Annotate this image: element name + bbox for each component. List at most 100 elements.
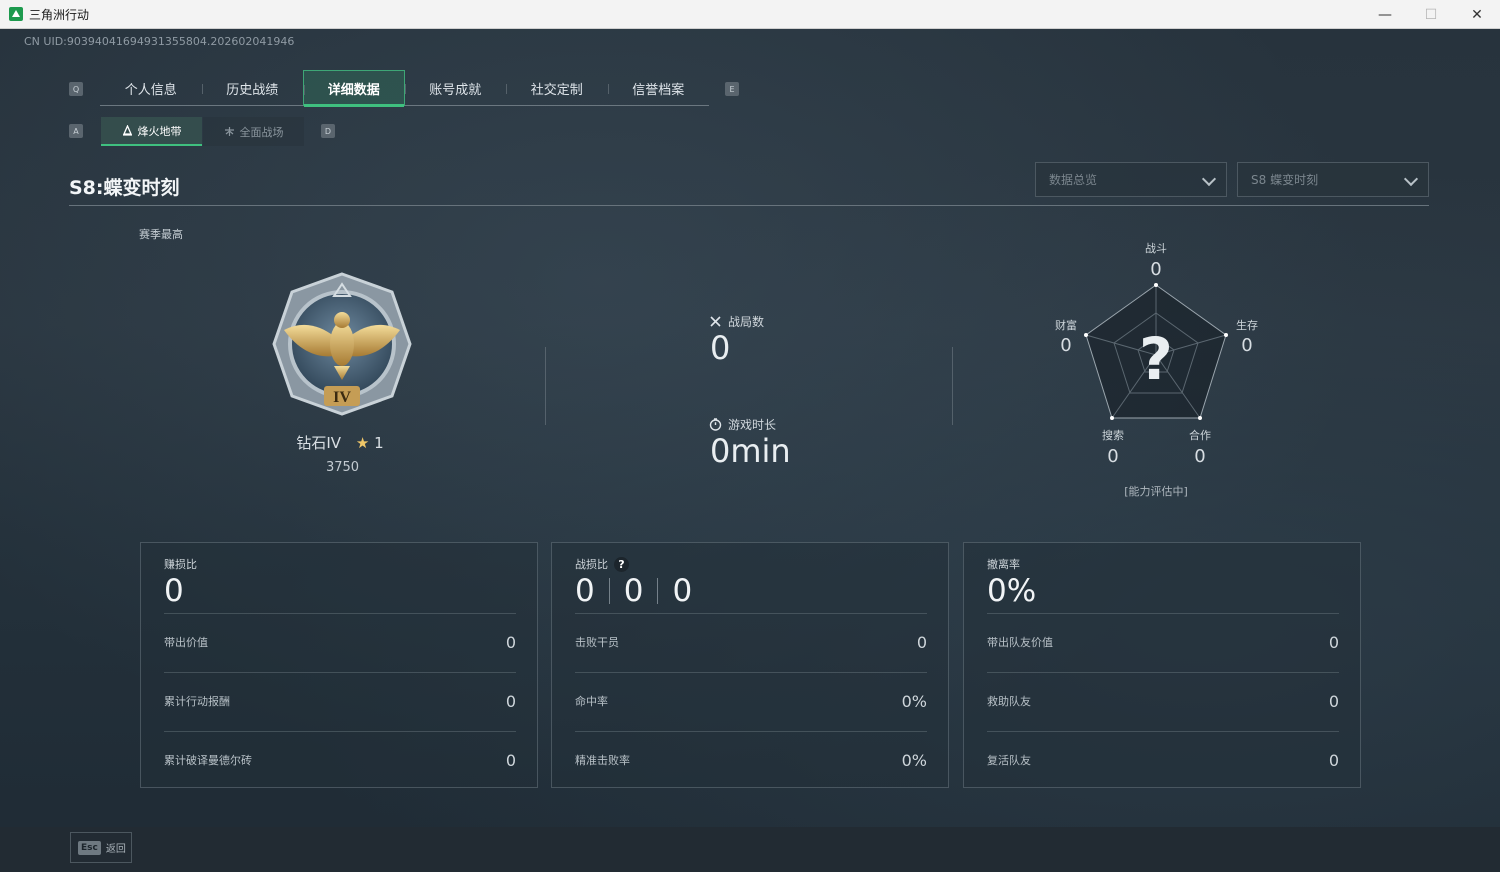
- medal-numeral: IV: [333, 389, 351, 406]
- stat-label: 命中率: [575, 695, 608, 708]
- hazard-zone-icon: [122, 125, 132, 136]
- subtab-prev-key-hint: A: [69, 124, 83, 138]
- rank-score: 3750: [325, 460, 360, 475]
- radar-value-survival: 0: [1241, 335, 1253, 356]
- radar-unknown-mark: ?: [1139, 325, 1173, 393]
- tab-match-history[interactable]: 历史战绩: [201, 70, 304, 106]
- stat-label: 累计破译曼德尔砖: [164, 754, 252, 767]
- help-icon[interactable]: ?: [614, 556, 629, 572]
- stat-row: 带出队友价值 0: [987, 632, 1339, 652]
- dropdown-value: 数据总览: [1049, 173, 1098, 187]
- panel-title: 撤离率: [987, 558, 1020, 571]
- stat-value: 0: [916, 632, 927, 652]
- stat-value: 0: [505, 632, 516, 652]
- divider: [164, 731, 516, 732]
- game-screen: CN UID:9039404169493135580​4.20260204194…: [0, 29, 1500, 872]
- back-button[interactable]: Esc 返回: [70, 832, 132, 863]
- panel-title-text: 战损比: [575, 558, 608, 571]
- playtime-value: 0min: [710, 432, 791, 470]
- divider: [575, 613, 927, 614]
- maximize-button[interactable]: ☐: [1408, 0, 1454, 29]
- window-titlebar: 三角洲行动 — ☐ ✕: [0, 0, 1500, 29]
- big-value: 0: [672, 573, 693, 609]
- tab-social-customization[interactable]: 社交定制: [506, 70, 608, 106]
- matches-value: 0: [710, 329, 731, 367]
- radar-label-combat: 战斗: [1145, 242, 1167, 255]
- subtab-all-out-warfare[interactable]: 全面战场: [203, 117, 304, 146]
- big-value: 0%: [987, 573, 1037, 609]
- value-separator: [608, 578, 610, 604]
- stat-row: 救助队友 0: [987, 691, 1339, 711]
- star-icon: ★: [355, 434, 370, 452]
- value-separator: [657, 578, 659, 604]
- radar-value-cooperation: 0: [1194, 446, 1206, 467]
- stat-row: 击败干员 0: [575, 632, 927, 652]
- data-type-dropdown[interactable]: 数据总览: [1035, 162, 1227, 197]
- stat-label: 救助队友: [987, 695, 1031, 708]
- divider: [987, 731, 1339, 732]
- close-button[interactable]: ✕: [1454, 0, 1500, 29]
- stat-label: 带出队友价值: [987, 636, 1053, 649]
- subtab-label: 全面战场: [239, 125, 284, 139]
- warfare-icon: [224, 127, 234, 136]
- tab-credit-profile[interactable]: 信誉档案: [607, 70, 710, 106]
- stat-label: 带出价值: [164, 636, 208, 649]
- stat-row: 精准击败率 0%: [575, 750, 927, 770]
- ability-radar-chart: ?: [1084, 283, 1228, 420]
- extraction-rate-panel: 撤离率 0% 带出队友价值 0 救助队友 0 复活队友 0: [963, 542, 1361, 788]
- matches-label-text: 战局数: [728, 315, 765, 329]
- divider: [987, 672, 1339, 673]
- diamond-rank-medal-icon: IV: [272, 272, 412, 416]
- stopwatch-icon: [709, 418, 722, 431]
- radar-label-survival: 生存: [1236, 319, 1258, 332]
- subtab-hazard-zone[interactable]: 烽火地带: [101, 117, 202, 146]
- stat-value: 0%: [901, 750, 927, 770]
- minimize-button[interactable]: —: [1362, 0, 1408, 29]
- divider: [164, 613, 516, 614]
- crossed-swords-icon: [710, 316, 721, 327]
- subtab-label: 烽火地带: [137, 124, 182, 138]
- tab-achievements[interactable]: 账号成就: [404, 70, 507, 106]
- playtime-label: 游戏时长: [709, 416, 776, 433]
- radar-value-wealth: 0: [1060, 335, 1072, 356]
- stat-value: 0: [505, 691, 516, 711]
- panel-big-value: 0 0 0: [575, 573, 692, 609]
- kd-ratio-panel: 战损比 ? 0 0 0 击败干员 0 命中率 0% 精准击败率 0%: [551, 542, 949, 788]
- stat-value: 0: [1328, 750, 1339, 770]
- window-controls: — ☐ ✕: [1362, 0, 1500, 29]
- radar-value-search: 0: [1107, 446, 1119, 467]
- rank-name: 钻石IV: [296, 434, 342, 452]
- stat-label: 精准击败率: [575, 754, 630, 767]
- stat-label: 复活队友: [987, 754, 1031, 767]
- chevron-down-icon: [1201, 171, 1217, 187]
- radar-label-wealth: 财富: [1055, 319, 1077, 332]
- stat-row: 命中率 0%: [575, 691, 927, 711]
- dropdown-value: S8 蝶变时刻: [1251, 173, 1319, 187]
- stat-value: 0: [505, 750, 516, 770]
- panel-big-value: 0%: [987, 573, 1036, 609]
- divider: [987, 613, 1339, 614]
- stat-row: 累计行动报酬 0: [164, 691, 516, 711]
- tab-detailed-data[interactable]: 详细数据: [303, 70, 405, 107]
- chevron-down-icon: [1403, 171, 1419, 187]
- playtime-label-text: 游戏时长: [728, 418, 777, 432]
- panel-big-value: 0: [164, 573, 184, 609]
- stat-row: 复活队友 0: [987, 750, 1339, 770]
- rank-line: 钻石IV ★ 1: [270, 432, 410, 453]
- season-dropdown[interactable]: S8 蝶变时刻: [1237, 162, 1429, 197]
- rank-stars: 1: [374, 434, 384, 452]
- window-title: 三角洲行动: [29, 7, 90, 22]
- radar-label-search: 搜索: [1102, 429, 1124, 442]
- divider: [575, 731, 927, 732]
- esc-key-hint: Esc: [78, 840, 101, 855]
- stat-value: 0%: [901, 691, 927, 711]
- panel-title: 战损比 ?: [575, 556, 629, 572]
- tab-next-key-hint: E: [725, 82, 739, 96]
- footer-bar: Esc 返回: [0, 827, 1500, 872]
- stat-row: 带出价值 0: [164, 632, 516, 652]
- subtab-next-key-hint: D: [321, 124, 335, 138]
- tab-personal-info[interactable]: 个人信息: [100, 70, 202, 106]
- main-tabs: 个人信息 历史战绩 详细数据 账号成就 社交定制 信誉档案: [100, 70, 710, 107]
- stat-value: 0: [1328, 691, 1339, 711]
- stat-label: 击败干员: [575, 636, 619, 649]
